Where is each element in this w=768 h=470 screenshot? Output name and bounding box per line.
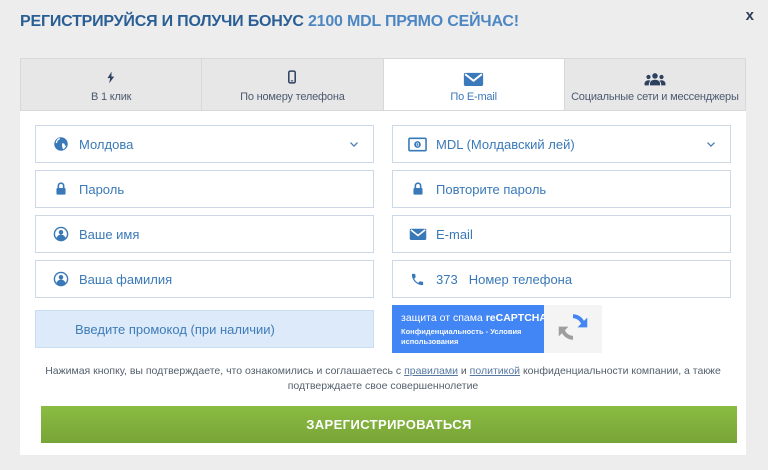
country-select[interactable]: Молдова	[35, 125, 374, 163]
title-main: РЕГИСТРИРУЙСЯ И ПОЛУЧИ БОНУС	[20, 13, 308, 30]
privacy-policy-link[interactable]: политикой	[470, 365, 520, 377]
lock-icon	[408, 180, 427, 198]
password-repeat-field[interactable]	[392, 170, 731, 208]
phone-country-code: 373	[436, 272, 458, 287]
globe-icon	[51, 135, 70, 153]
svg-text:0: 0	[416, 142, 419, 148]
promo-code-field[interactable]	[35, 310, 374, 348]
tab-label: По E-mail	[450, 91, 496, 103]
person-icon	[51, 225, 70, 243]
recaptcha-logo-box	[544, 305, 602, 353]
banknote-icon: 0	[408, 137, 427, 152]
disclaimer-text: Нажимая кнопку, вы подтверждаете, что оз…	[45, 365, 404, 377]
first-name-field[interactable]	[35, 215, 374, 253]
register-button[interactable]: ЗАРЕГИСТРИРОВАТЬСЯ	[41, 406, 737, 443]
envelope-icon	[408, 227, 427, 241]
tab-phone-number[interactable]: По номеру телефона	[202, 59, 383, 110]
email-input[interactable]	[436, 216, 718, 252]
close-icon[interactable]: x	[741, 6, 759, 25]
recaptcha-icon	[555, 309, 591, 350]
password-repeat-input[interactable]	[436, 171, 718, 207]
promo-code-input[interactable]	[75, 311, 361, 347]
phone-input[interactable]	[469, 261, 718, 297]
people-icon	[644, 67, 666, 87]
tab-one-click[interactable]: В 1 клик	[21, 59, 202, 110]
registration-form: Молдова 0 MDL (Молдавский лей)	[20, 111, 746, 394]
recaptcha-links[interactable]: Конфиденциальность - Условия использован…	[401, 327, 536, 347]
rules-link[interactable]: правилами	[404, 365, 458, 377]
person-icon	[51, 270, 70, 288]
smartphone-icon	[285, 67, 299, 87]
tab-label: Социальные сети и мессенджеры	[571, 91, 739, 103]
registration-tabs: В 1 клик По номеру телефона По E-mail Со…	[20, 58, 746, 111]
email-field[interactable]	[392, 215, 731, 253]
tab-email[interactable]: По E-mail	[384, 59, 565, 110]
terms-disclaimer: Нажимая кнопку, вы подтверждаете, что оз…	[35, 364, 731, 394]
title-bonus-accent: 2100 MDL ПРЯМО СЕЙЧАС!	[308, 13, 519, 30]
tab-label: В 1 клик	[91, 91, 131, 103]
tab-label: По номеру телефона	[240, 91, 344, 103]
lightning-icon	[104, 67, 118, 87]
last-name-field[interactable]	[35, 260, 374, 298]
chevron-down-icon	[347, 137, 361, 151]
page-title: РЕГИСТРИРУЙСЯ И ПОЛУЧИ БОНУС 2100 MDL ПР…	[20, 13, 519, 31]
currency-select[interactable]: 0 MDL (Молдавский лей)	[392, 125, 731, 163]
password-input[interactable]	[79, 171, 361, 207]
recaptcha-title: защита от спама reCAPTCHA	[401, 312, 536, 325]
recaptcha-brand: reCAPTCHA	[486, 312, 547, 324]
registration-modal: В 1 клик По номеру телефона По E-mail Со…	[20, 58, 746, 455]
chevron-down-icon	[704, 137, 718, 151]
phone-field[interactable]: 373	[392, 260, 731, 298]
country-value: Молдова	[79, 137, 133, 152]
lock-icon	[51, 180, 70, 198]
recaptcha-text-block: защита от спама reCAPTCHA Конфиденциальн…	[392, 305, 544, 353]
first-name-input[interactable]	[79, 216, 361, 252]
disclaimer-text: и	[458, 365, 470, 377]
currency-value: MDL (Молдавский лей)	[436, 137, 575, 152]
password-field[interactable]	[35, 170, 374, 208]
envelope-icon	[463, 67, 484, 87]
last-name-input[interactable]	[79, 261, 361, 297]
phone-icon	[408, 272, 427, 287]
recaptcha-badge[interactable]: защита от спама reCAPTCHA Конфиденциальн…	[392, 305, 602, 353]
recaptcha-title-text: защита от спама	[401, 312, 486, 324]
tab-social-messengers[interactable]: Социальные сети и мессенджеры	[565, 59, 745, 110]
